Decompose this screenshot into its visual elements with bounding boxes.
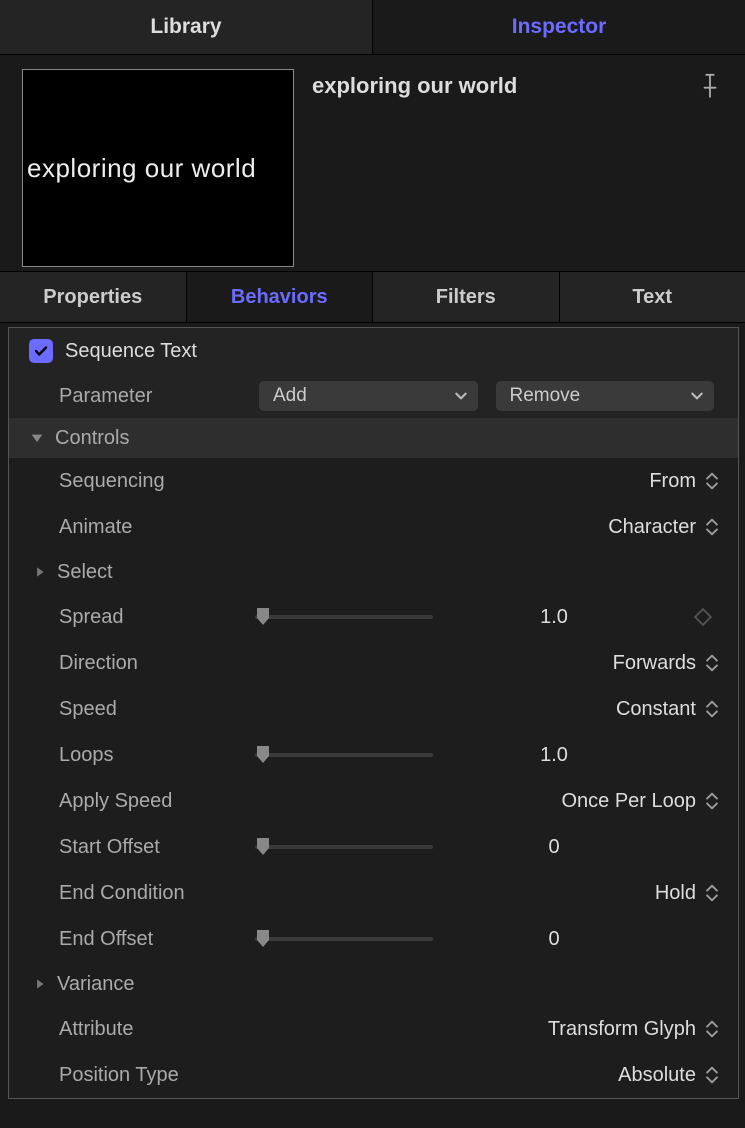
parameter-add-label: Add <box>273 385 307 407</box>
loops-row: Loops 1.0 <box>9 732 738 778</box>
chevron-down-icon <box>454 389 468 403</box>
inspector-header: exploring our world exploring our world <box>0 55 745 271</box>
position-type-value[interactable]: Absolute <box>618 1064 696 1087</box>
tab-behaviors-label: Behaviors <box>231 286 328 309</box>
start-offset-row: Start Offset 0 <box>9 824 738 870</box>
tab-inspector[interactable]: Inspector <box>373 0 745 54</box>
popup-stepper-icon[interactable] <box>704 470 720 492</box>
attribute-label: Attribute <box>59 1018 255 1041</box>
start-offset-slider[interactable] <box>255 835 433 859</box>
apply-speed-label: Apply Speed <box>59 790 255 813</box>
slider-thumb-icon[interactable] <box>255 838 271 856</box>
start-offset-label: Start Offset <box>59 836 255 859</box>
tab-filters-label: Filters <box>436 286 496 309</box>
loops-label: Loops <box>59 744 255 767</box>
spread-row: Spread 1.0 <box>9 594 738 640</box>
popup-stepper-icon[interactable] <box>704 698 720 720</box>
slider-thumb-icon[interactable] <box>255 608 271 626</box>
tab-behaviors[interactable]: Behaviors <box>187 272 374 322</box>
end-offset-slider[interactable] <box>255 927 433 951</box>
disclosure-triangle-right-icon <box>33 977 47 991</box>
disclosure-triangle-right-icon <box>33 565 47 579</box>
slider-thumb-icon[interactable] <box>255 930 271 948</box>
tab-inspector-label: Inspector <box>512 15 607 39</box>
position-type-label: Position Type <box>59 1064 255 1087</box>
item-title: exploring our world <box>312 73 517 99</box>
behavior-enable-checkbox[interactable] <box>29 339 53 363</box>
parameter-row: Parameter Add Remove <box>9 374 738 418</box>
position-type-row: Position Type Absolute <box>9 1052 738 1098</box>
chevron-down-icon <box>690 389 704 403</box>
end-condition-label: End Condition <box>59 882 255 905</box>
direction-row: Direction Forwards <box>9 640 738 686</box>
popup-stepper-icon[interactable] <box>704 790 720 812</box>
start-offset-value[interactable]: 0 <box>525 836 583 859</box>
disclosure-triangle-down-icon <box>29 430 45 446</box>
behaviors-panel: Sequence Text Parameter Add Remove Contr… <box>8 327 739 1099</box>
loops-slider[interactable] <box>255 743 433 767</box>
attribute-row: Attribute Transform Glyph <box>9 1006 738 1052</box>
select-disclosure[interactable]: Select <box>9 550 738 594</box>
pin-icon[interactable] <box>699 73 721 101</box>
parameter-add-dropdown[interactable]: Add <box>259 381 478 411</box>
popup-stepper-icon[interactable] <box>704 1064 720 1086</box>
sequencing-label: Sequencing <box>59 470 255 493</box>
popup-stepper-icon[interactable] <box>704 516 720 538</box>
spread-slider[interactable] <box>255 605 433 629</box>
keyframe-diamond-icon[interactable] <box>694 608 712 626</box>
sequencing-row: Sequencing From <box>9 458 738 504</box>
loops-value[interactable]: 1.0 <box>525 744 583 767</box>
speed-value[interactable]: Constant <box>616 698 696 721</box>
apply-speed-value[interactable]: Once Per Loop <box>561 790 696 813</box>
tab-library[interactable]: Library <box>0 0 373 54</box>
behavior-name: Sequence Text <box>65 340 197 363</box>
parameter-remove-label: Remove <box>510 385 581 407</box>
end-offset-value[interactable]: 0 <box>525 928 583 951</box>
end-offset-row: End Offset 0 <box>9 916 738 962</box>
tab-library-label: Library <box>150 15 221 39</box>
top-tab-bar: Library Inspector <box>0 0 745 55</box>
controls-label: Controls <box>55 427 129 450</box>
spread-value[interactable]: 1.0 <box>525 606 583 629</box>
attribute-value[interactable]: Transform Glyph <box>548 1018 696 1041</box>
parameter-remove-dropdown[interactable]: Remove <box>496 381 715 411</box>
spread-label: Spread <box>59 606 255 629</box>
popup-stepper-icon[interactable] <box>704 882 720 904</box>
popup-stepper-icon[interactable] <box>704 652 720 674</box>
apply-speed-row: Apply Speed Once Per Loop <box>9 778 738 824</box>
variance-label: Variance <box>57 973 134 996</box>
inspector-tab-bar: Properties Behaviors Filters Text <box>0 271 745 323</box>
select-label: Select <box>57 561 113 584</box>
preview-thumbnail: exploring our world <box>22 69 294 267</box>
animate-row: Animate Character <box>9 504 738 550</box>
sequencing-value[interactable]: From <box>649 470 696 493</box>
direction-value[interactable]: Forwards <box>613 652 696 675</box>
behavior-header: Sequence Text <box>9 328 738 374</box>
tab-properties[interactable]: Properties <box>0 272 187 322</box>
speed-label: Speed <box>59 698 255 721</box>
animate-label: Animate <box>59 516 255 539</box>
controls-disclosure[interactable]: Controls <box>9 418 738 458</box>
speed-row: Speed Constant <box>9 686 738 732</box>
tab-text-label: Text <box>632 286 672 309</box>
preview-thumbnail-text: exploring our world <box>27 153 256 184</box>
end-condition-value[interactable]: Hold <box>655 882 696 905</box>
direction-label: Direction <box>59 652 255 675</box>
end-offset-label: End Offset <box>59 928 255 951</box>
variance-disclosure[interactable]: Variance <box>9 962 738 1006</box>
tab-text[interactable]: Text <box>560 272 745 322</box>
tab-filters[interactable]: Filters <box>373 272 560 322</box>
popup-stepper-icon[interactable] <box>704 1018 720 1040</box>
slider-thumb-icon[interactable] <box>255 746 271 764</box>
end-condition-row: End Condition Hold <box>9 870 738 916</box>
tab-properties-label: Properties <box>43 286 142 309</box>
animate-value[interactable]: Character <box>608 516 696 539</box>
parameter-label: Parameter <box>59 385 259 408</box>
